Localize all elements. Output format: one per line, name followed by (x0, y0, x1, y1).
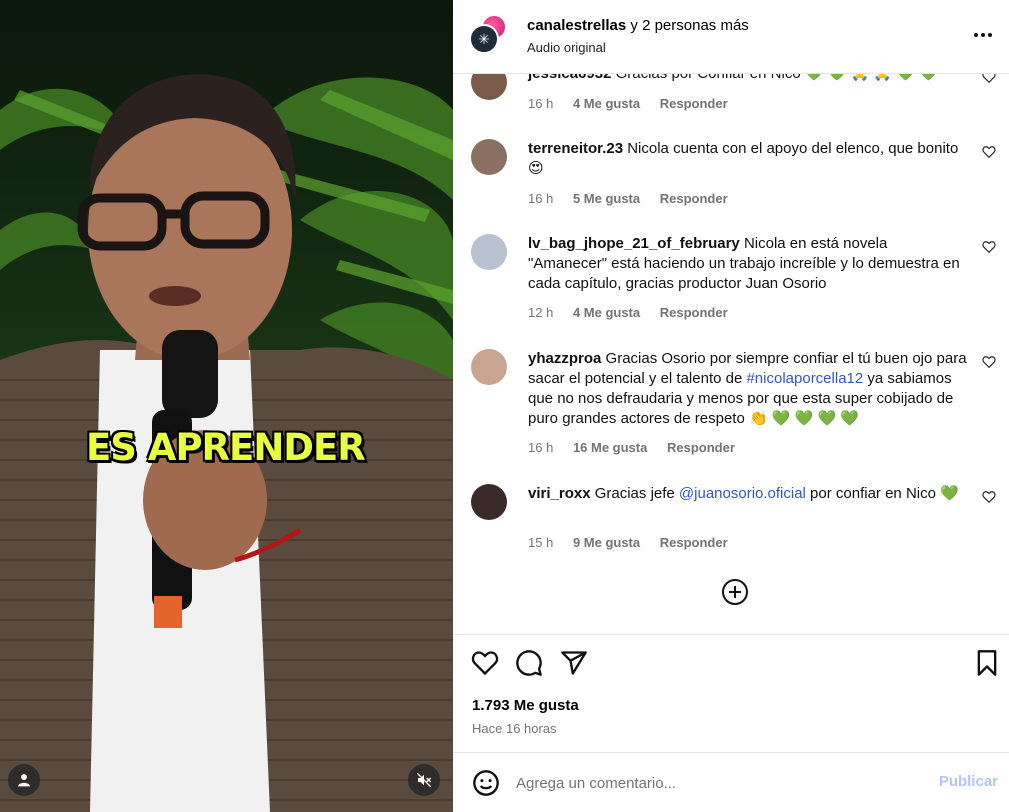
commenter-avatar[interactable] (471, 234, 507, 270)
comment-time[interactable]: 16 h (528, 440, 553, 455)
commenter-username[interactable]: viri_roxx (528, 485, 591, 502)
comment-likes[interactable]: 4 Me gusta (573, 305, 640, 320)
heart-icon[interactable] (982, 240, 996, 254)
user-tag-icon (18, 774, 30, 787)
comments-list[interactable]: jessica6932 Gracias por Confiar en Nico … (453, 0, 1009, 634)
comment-likes[interactable]: 9 Me gusta (573, 535, 640, 550)
comment-likes[interactable]: 16 Me gusta (573, 440, 647, 455)
comment-meta: 16 h 5 Me gusta Responder (528, 191, 744, 206)
publish-button[interactable]: Publicar (939, 773, 998, 790)
comment-text: lv_bag_jhope_21_of_february Nicola en es… (528, 234, 968, 294)
comment-time[interactable]: 12 h (528, 305, 553, 320)
heart-icon[interactable] (982, 490, 996, 504)
comment-meta: 16 h 16 Me gusta Responder (528, 440, 751, 455)
comment-emoji: 💚 (940, 485, 959, 502)
reply-button[interactable]: Responder (660, 305, 728, 320)
tagged-users-button[interactable] (8, 764, 40, 796)
reply-button[interactable]: Responder (667, 440, 735, 455)
post-authors[interactable]: canalestrellas y 2 personas más (527, 17, 749, 34)
audio-label[interactable]: Audio original (527, 40, 606, 55)
comment-time[interactable]: 15 h (528, 535, 553, 550)
reply-button[interactable]: Responder (660, 535, 728, 550)
reply-button[interactable]: Responder (660, 191, 728, 206)
comment-icon[interactable] (515, 649, 543, 677)
comment-emoji: 👏 💚 💚 💚 💚 (748, 410, 860, 427)
post-actions: 1.793 Me gusta Hace 16 horas (453, 634, 1009, 752)
heart-icon[interactable] (471, 649, 499, 677)
mute-toggle-button[interactable] (408, 764, 440, 796)
mention-link[interactable]: @juanosorio.oficial (679, 485, 806, 502)
comment-composer: Publicar (453, 752, 1009, 812)
muted-speaker-icon (416, 772, 432, 788)
add-circle-icon[interactable] (721, 578, 749, 606)
emoji-icon[interactable] (472, 769, 500, 797)
bookmark-icon[interactable] (973, 649, 1001, 677)
comment-meta: 12 h 4 Me gusta Responder (528, 305, 744, 320)
commenter-username[interactable]: lv_bag_jhope_21_of_february (528, 235, 740, 252)
hashtag-link[interactable]: #nicolaporcella12 (746, 370, 863, 387)
post-header: ✳ canalestrellas y 2 personas más Audio … (453, 0, 1009, 74)
post-details-panel: jessica6932 Gracias por Confiar en Nico … (453, 0, 1009, 812)
comment-body: Nicola cuenta con el apoyo del elenco, q… (627, 140, 959, 157)
heart-icon[interactable] (982, 355, 996, 369)
commenter-username[interactable]: yhazzproa (528, 350, 601, 367)
video-frame (0, 74, 453, 812)
comment-text: viri_roxx Gracias jefe @juanosorio.ofici… (528, 484, 968, 504)
share-icon[interactable] (560, 649, 588, 677)
heart-icon[interactable] (982, 145, 996, 159)
author-avatar[interactable]: ✳ (469, 24, 499, 54)
comment-meta: 15 h 9 Me gusta Responder (528, 535, 744, 550)
comment-meta: 16 h 4 Me gusta Responder (528, 96, 744, 111)
post-time[interactable]: Hace 16 horas (472, 721, 557, 736)
commenter-username[interactable]: terreneitor.23 (528, 140, 623, 157)
commenter-avatar[interactable] (471, 349, 507, 385)
video-caption: ES APRENDER (86, 426, 366, 469)
like-count[interactable]: 1.793 Me gusta (472, 697, 579, 714)
commenter-avatar[interactable] (471, 484, 507, 520)
comment-text: terreneitor.23 Nicola cuenta con el apoy… (528, 139, 968, 179)
coauthors-label[interactable]: y 2 personas más (626, 17, 748, 34)
comment-time[interactable]: 16 h (528, 191, 553, 206)
reply-button[interactable]: Responder (660, 96, 728, 111)
comment-emoji: 😍 (528, 160, 544, 177)
commenter-avatar[interactable] (471, 139, 507, 175)
author-username[interactable]: canalestrellas (527, 17, 626, 34)
comment-time[interactable]: 16 h (528, 96, 553, 111)
comment-body-cont: por confiar en Nico (805, 485, 936, 502)
comment-likes[interactable]: 5 Me gusta (573, 191, 640, 206)
reel-video[interactable]: ES APRENDER (0, 0, 453, 812)
comment-input[interactable] (516, 772, 896, 794)
comment-text: yhazzproa Gracias Osorio por siempre con… (528, 349, 968, 429)
comment-likes[interactable]: 4 Me gusta (573, 96, 640, 111)
author-avatars[interactable]: ✳ (469, 14, 511, 56)
more-options-icon[interactable] (971, 23, 995, 47)
comment-body: Gracias jefe (594, 485, 679, 502)
